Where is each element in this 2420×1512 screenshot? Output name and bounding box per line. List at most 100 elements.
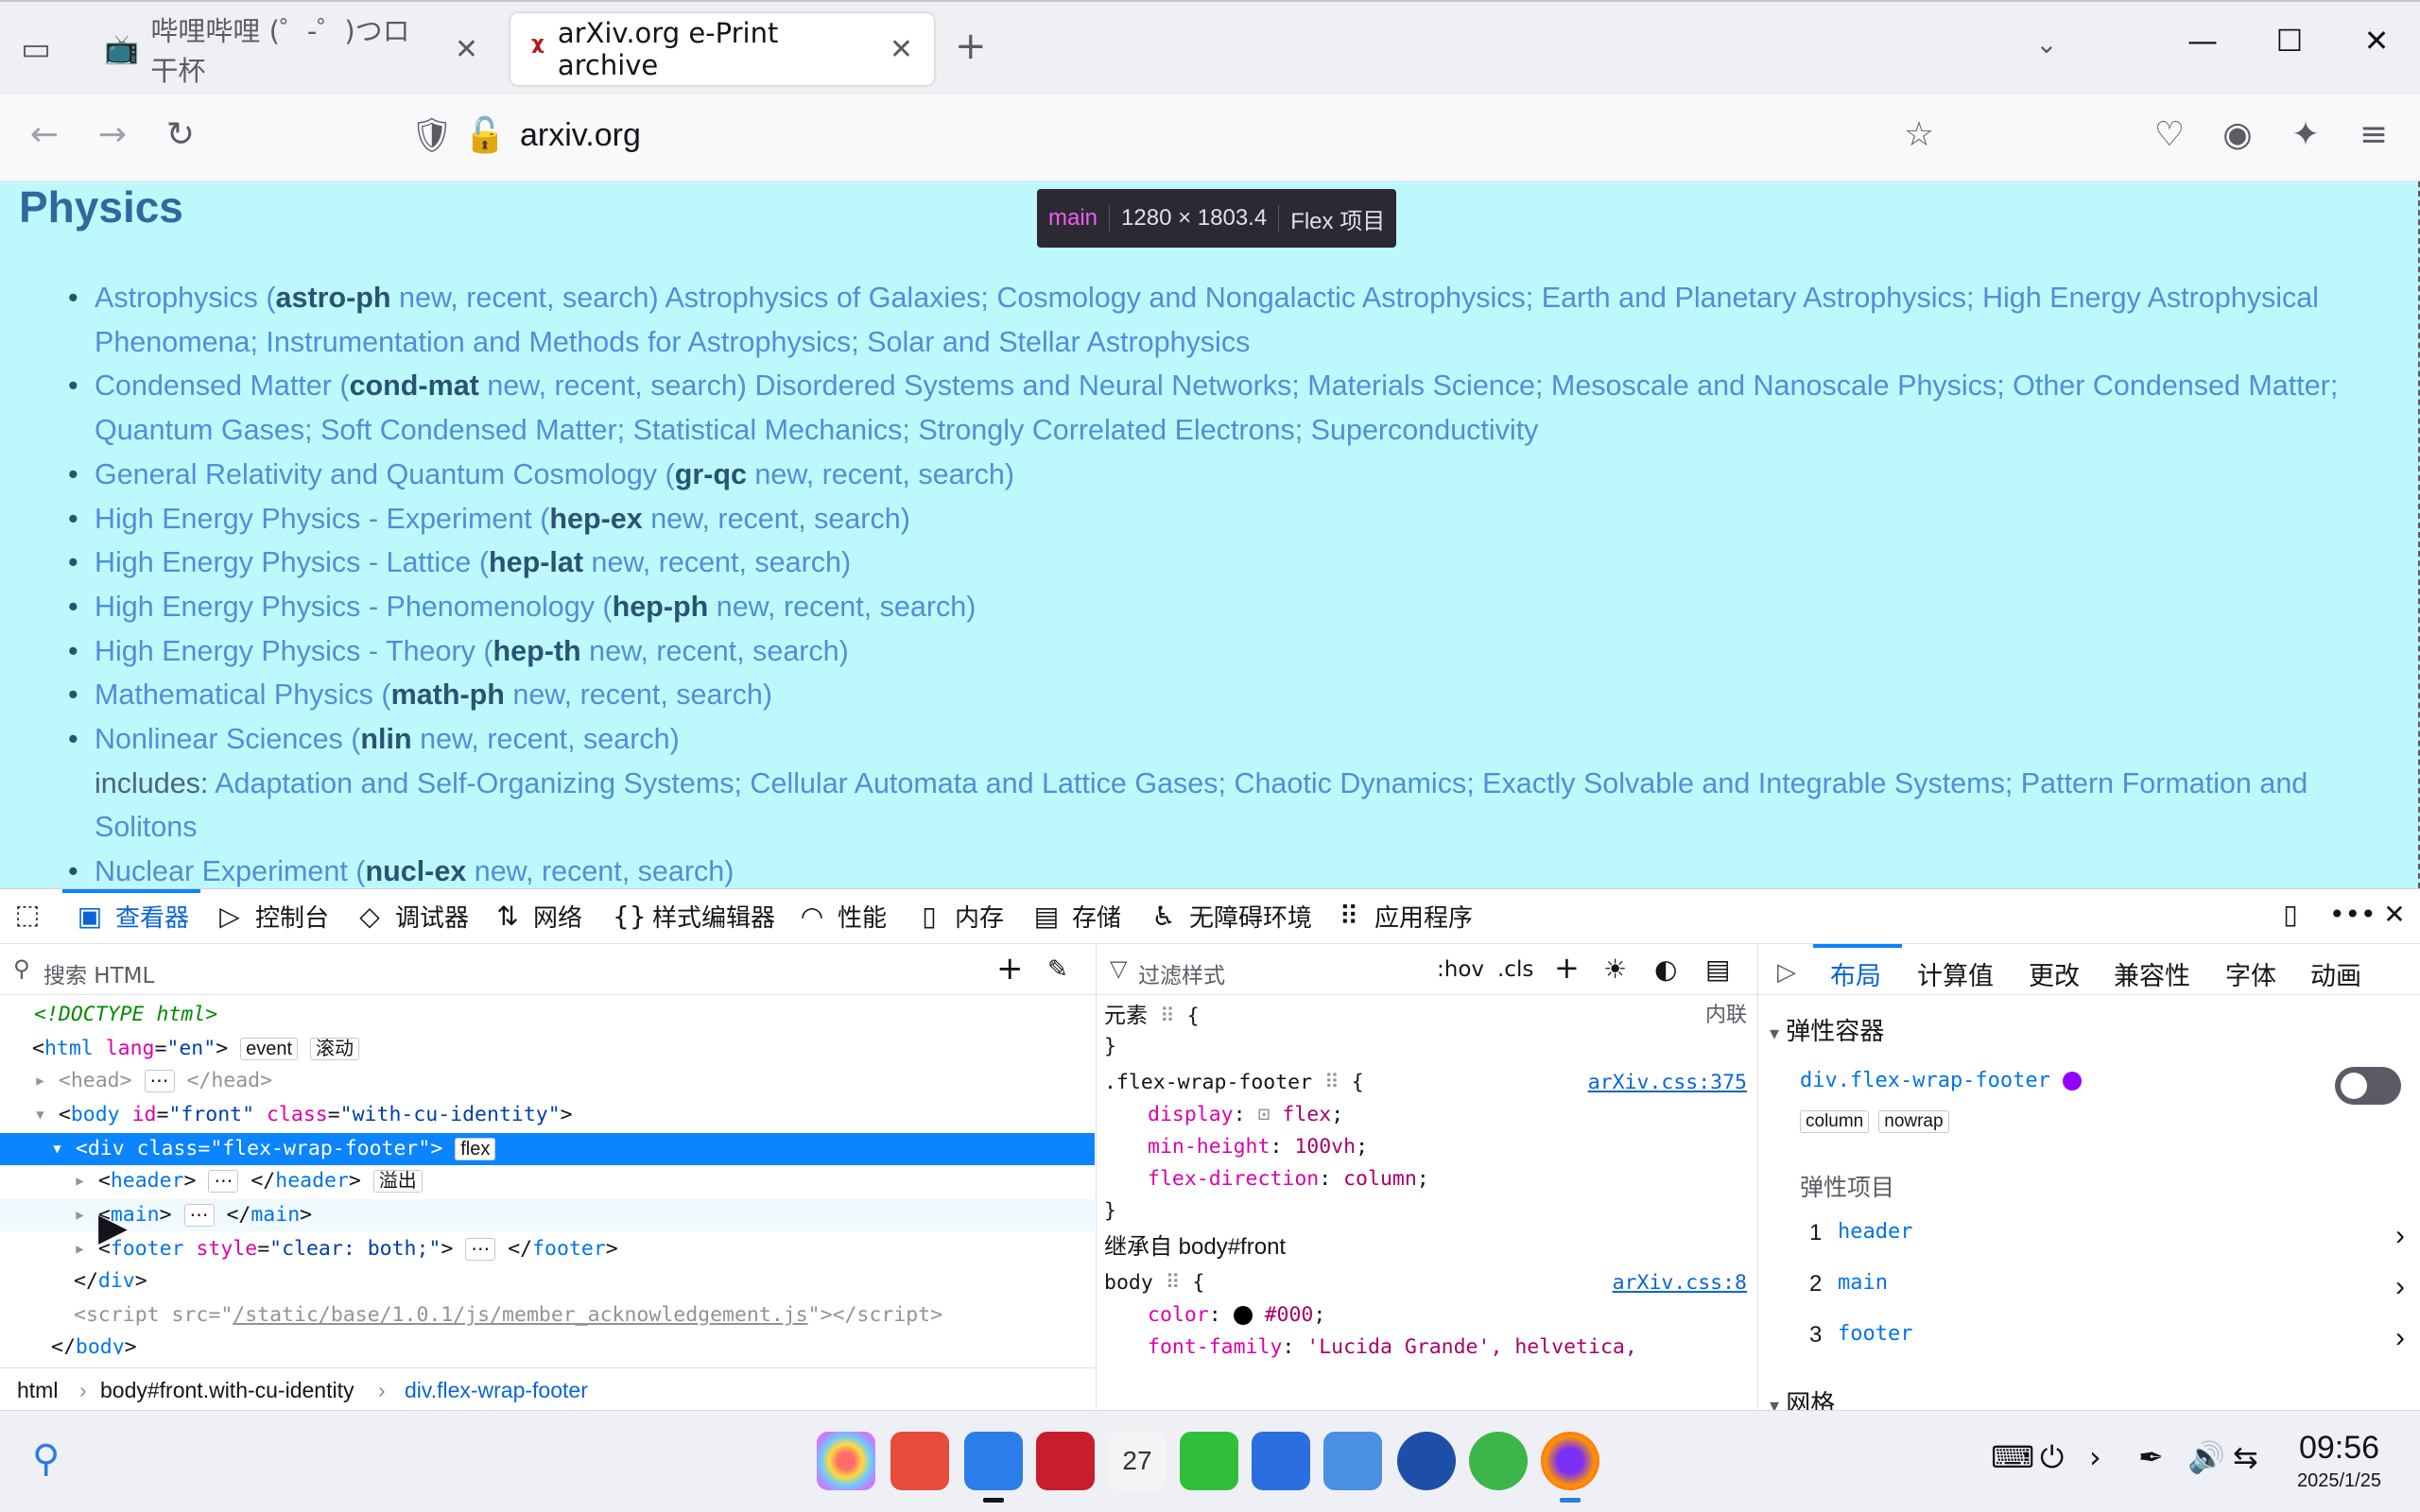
tab-computed[interactable]: 计算值 xyxy=(1917,955,1994,992)
flex-item-row[interactable]: 3 footer › xyxy=(1809,1322,2405,1353)
category-listing-links[interactable]: new, recent, search xyxy=(717,591,966,623)
category-link[interactable]: Nonlinear Sciences xyxy=(95,723,343,755)
url-bar[interactable]: arxiv.org xyxy=(520,117,641,154)
search-html-input[interactable]: 搜索 HTML xyxy=(43,957,154,989)
volume-icon[interactable]: 🔊 xyxy=(2187,1439,2225,1475)
tree-footer[interactable]: ▸ <footer style="clear: both;"> ⋯ </foot… xyxy=(74,1233,618,1265)
tab-layout[interactable]: 布局 xyxy=(1830,955,1881,992)
filter-styles-input[interactable]: 过滤样式 xyxy=(1138,957,1225,989)
forward-icon[interactable]: → xyxy=(89,115,136,154)
breadcrumb-body[interactable]: body#front.with-cu-identity xyxy=(100,1378,354,1403)
rule1-prop-direction[interactable]: flex-direction: column; xyxy=(1148,1163,1429,1195)
power-icon[interactable]: ⏻ xyxy=(2040,1439,2064,1476)
tree-head[interactable]: ▸ <head> ⋯ </head> xyxy=(34,1065,272,1097)
back-icon[interactable]: ← xyxy=(21,115,68,154)
tree-div-close[interactable]: </div> xyxy=(74,1265,147,1297)
flex-highlighter-toggle[interactable] xyxy=(2335,1067,2401,1105)
category-listing-links[interactable]: new, recent, search xyxy=(512,679,762,711)
account-icon[interactable]: ◉ xyxy=(2214,115,2261,154)
tab-console[interactable]: ▷ 控制台 xyxy=(216,899,329,934)
category-listing-links[interactable]: new, recent, search xyxy=(650,503,900,535)
tree-main[interactable]: ▸ <main> ⋯ </main> xyxy=(0,1199,1095,1231)
event-badge[interactable]: event xyxy=(240,1038,299,1060)
pen-icon[interactable]: ✒ xyxy=(2138,1439,2164,1475)
flex-item-row[interactable]: 1 header › xyxy=(1809,1220,2405,1251)
flex-badge[interactable]: flex xyxy=(455,1138,496,1160)
rule1-source-link[interactable]: arXiv.css:375 xyxy=(1588,1067,1747,1099)
category-link[interactable]: Astrophysics xyxy=(95,282,258,314)
rule1-prop-minheight[interactable]: min-height: 100vh; xyxy=(1148,1131,1368,1163)
category-link[interactable]: Nuclear Experiment xyxy=(95,855,348,887)
category-link[interactable]: High Energy Physics - Experiment xyxy=(95,503,532,535)
tree-header[interactable]: ▸ <header> ⋯ </header> 溢出 xyxy=(74,1165,423,1197)
tree-doctype[interactable]: <!DOCTYPE html> xyxy=(34,999,217,1031)
rule2-prop-color[interactable]: color: #000; xyxy=(1148,1299,1325,1332)
calculator-icon[interactable] xyxy=(1323,1432,1382,1490)
tab-fonts[interactable]: 字体 xyxy=(2225,955,2276,992)
category-listing-links[interactable]: new, recent, search xyxy=(487,369,736,402)
tree-div-selected[interactable]: ▾ <div class="flex-wrap-footer"> flex xyxy=(0,1133,1095,1165)
tab-overview-icon[interactable]: ▭ xyxy=(21,30,51,68)
breadcrumb-div[interactable]: div.flex-wrap-footer xyxy=(405,1378,588,1403)
responsive-mode-icon[interactable]: ▯ xyxy=(2276,899,2305,930)
dark-scheme-icon[interactable]: ◐ xyxy=(1654,954,1677,985)
eyedropper-icon[interactable]: ✎ xyxy=(1047,955,1068,984)
tab-inspector[interactable]: ▣ 查看器 xyxy=(76,899,189,934)
firefox-icon[interactable] xyxy=(1541,1432,1599,1490)
tab-application[interactable]: ⠿ 应用程序 xyxy=(1335,899,1473,934)
overflow-badge[interactable]: 溢出 xyxy=(372,1170,423,1193)
light-scheme-icon[interactable]: ☀ xyxy=(1603,954,1627,985)
clock[interactable]: 09:56 2025/1/25 xyxy=(2297,1430,2381,1492)
bookmark-star-icon[interactable]: ☆ xyxy=(1895,115,1943,154)
cls-button[interactable]: .cls xyxy=(1497,957,1533,982)
tab-bilibili[interactable]: 📺 哔哩哔哩 (゜-゜)つロ 干杯 ✕ xyxy=(83,13,499,87)
tab-debugger[interactable]: ◇ 调试器 xyxy=(355,899,469,934)
app-store-icon[interactable] xyxy=(890,1432,949,1490)
category-listing-links[interactable]: new, recent, search xyxy=(420,723,669,755)
add-rule-icon[interactable]: + xyxy=(1554,950,1580,986)
search-icon[interactable]: ⚲ xyxy=(32,1437,60,1481)
grid-header[interactable]: ▾ 网格 xyxy=(1770,1384,1835,1411)
close-tab-icon[interactable]: ✕ xyxy=(890,33,913,66)
breadcrumb-html[interactable]: html xyxy=(17,1378,58,1403)
new-tab-button[interactable]: + xyxy=(955,25,987,68)
tab-storage[interactable]: ▤ 存储 xyxy=(1032,899,1121,934)
category-listing-links[interactable]: new, recent, search xyxy=(754,458,1004,490)
expand-tray-icon[interactable]: › xyxy=(2089,1439,2101,1475)
rule2-prop-font[interactable]: font-family: 'Lucida Grande', helvetica, xyxy=(1148,1332,1637,1364)
category-link[interactable]: General Relativity and Quantum Cosmology xyxy=(95,458,657,490)
more-options-icon[interactable]: ••• xyxy=(2329,899,2377,930)
category-link[interactable]: Mathematical Physics xyxy=(95,679,373,711)
rule1-prop-display[interactable]: display: ⊡ flex; xyxy=(1148,1099,1343,1131)
minimize-button[interactable]: — xyxy=(2174,23,2231,59)
close-window-button[interactable]: ✕ xyxy=(2348,23,2405,59)
tab-compatibility[interactable]: 兼容性 xyxy=(2114,955,2190,992)
extensions-icon[interactable]: ✦ xyxy=(2282,115,2329,154)
category-listing-links[interactable]: new, recent, search xyxy=(399,282,648,314)
tab-memory[interactable]: ▯ 内存 xyxy=(915,899,1004,934)
tab-arxiv[interactable]: ᵡ arXiv.org e-Print archive ✕ xyxy=(510,13,934,85)
close-devtools-icon[interactable]: ✕ xyxy=(2380,899,2409,930)
tree-body[interactable]: ▾ <body id="front" class="with-cu-identi… xyxy=(34,1099,573,1131)
category-listing-links[interactable]: new, recent, search xyxy=(591,546,840,578)
add-node-icon[interactable]: + xyxy=(996,950,1024,988)
flex-item-row[interactable]: 2 main › xyxy=(1809,1271,2405,1302)
tab-animations[interactable]: 动画 xyxy=(2310,955,2361,992)
category-listing-links[interactable]: new, recent, search xyxy=(475,855,724,887)
recycle-bin-icon[interactable] xyxy=(1469,1432,1528,1490)
tracking-protection-icon[interactable]: 🛡 xyxy=(408,115,456,155)
category-link[interactable]: Condensed Matter xyxy=(95,369,332,402)
maximize-button[interactable]: ☐ xyxy=(2261,23,2318,59)
flex-container-header[interactable]: ▾ 弹性容器 xyxy=(1770,1012,1884,1047)
category-link[interactable]: High Energy Physics - Lattice xyxy=(95,546,471,578)
close-tab-icon[interactable]: ✕ xyxy=(455,33,478,66)
reload-icon[interactable]: ↻ xyxy=(157,115,204,154)
tab-changes[interactable]: 更改 xyxy=(2029,955,2080,992)
insecure-lock-icon[interactable]: 🔓 xyxy=(461,115,509,155)
category-listing-links[interactable]: new, recent, search xyxy=(589,635,838,667)
rule2-source-link[interactable]: arXiv.css:8 xyxy=(1613,1267,1747,1299)
keyboard-icon[interactable]: ⌨ xyxy=(1991,1439,2034,1475)
print-media-icon[interactable]: ▤ xyxy=(1705,954,1730,985)
launcher-icon[interactable] xyxy=(817,1432,875,1490)
flex-container-name[interactable]: div.flex-wrap-footer xyxy=(1800,1069,2083,1092)
